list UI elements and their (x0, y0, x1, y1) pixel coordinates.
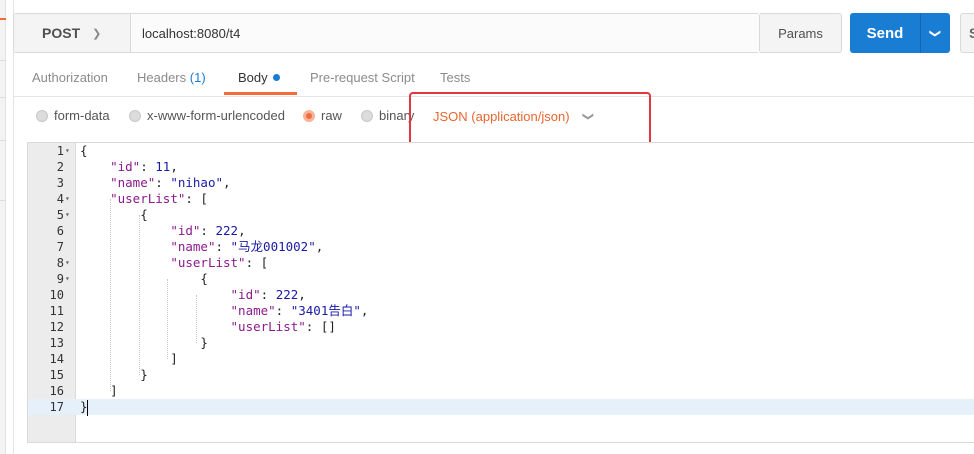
line-number: 5 (56, 208, 64, 222)
tab-label: Tests (440, 70, 471, 85)
line-number: 4 (56, 192, 64, 206)
tab-label: Headers (137, 70, 187, 85)
method-select[interactable]: POST ❯ (14, 14, 131, 52)
code-text: "id": 222, (170, 223, 246, 238)
line-number: 6 (56, 224, 64, 238)
tab-label: Pre-request Script (310, 70, 415, 85)
code-line: 10 "id": 222, (28, 287, 974, 303)
radio-form-data[interactable]: form-data (36, 108, 110, 123)
chevron-down-icon: ❯ (92, 27, 102, 40)
code-text: "userList": [ (170, 255, 269, 270)
line-number: 15 (49, 368, 64, 382)
line-number: 9 (56, 272, 64, 286)
code-line: 5 ▾ { (28, 207, 974, 223)
text-caret (87, 400, 88, 416)
code-editor[interactable]: 1 ▾{ 2 "id": 11, 3 "name": "nihao", 4 ▾ "u… (27, 142, 974, 443)
url-input[interactable]: localhost:8080/t4 (131, 14, 759, 52)
line-number: 14 (49, 352, 64, 366)
tab-label: Body (238, 70, 268, 85)
tab-tests[interactable]: Tests (440, 70, 470, 85)
line-number: 8 (56, 256, 64, 270)
code-line: 8 ▾ "userList": [ (28, 255, 974, 271)
line-number: 1 (56, 144, 64, 158)
fold-icon[interactable]: ▾ (65, 271, 75, 287)
code-line: 4 ▾ "userList": [ (28, 191, 974, 207)
code-text: "id": 222, (230, 287, 306, 302)
tab-headers[interactable]: Headers (1) (137, 70, 206, 85)
code-text: { (80, 143, 88, 158)
fold-icon[interactable]: ▾ (65, 143, 75, 159)
line-number: 12 (49, 320, 64, 334)
fold-icon[interactable]: ▾ (65, 191, 75, 207)
radio-circle (129, 109, 141, 122)
code-line: 6 "id": 222, (28, 223, 974, 239)
sidebar-divider (0, 200, 6, 201)
radio-circle (361, 109, 373, 122)
code-line: 16 ] (28, 383, 974, 399)
tab-body[interactable]: Body (238, 70, 280, 85)
sidebar-active-marker (0, 18, 6, 20)
line-number: 10 (49, 288, 64, 302)
radio-x-www-form-urlencoded[interactable]: x-www-form-urlencoded (129, 108, 285, 123)
fold-icon[interactable]: ▾ (65, 207, 75, 223)
line-number: 11 (49, 304, 64, 318)
radio-label: raw (321, 108, 342, 123)
code-line: 11 "name": "3401告白", (28, 303, 974, 319)
code-line: 2 "id": 11, (28, 159, 974, 175)
code-line: 14 ] (28, 351, 974, 367)
method-label: POST (42, 25, 81, 41)
code-text: } (80, 367, 148, 382)
line-number: 17 (49, 400, 64, 414)
code-line: 9 ▾ { (28, 271, 974, 287)
request-bar: POST ❯ localhost:8080/t4 (13, 13, 760, 53)
code-text: "id": 11, (110, 159, 178, 174)
send-button[interactable]: Send (850, 13, 920, 53)
line-number: 3 (56, 176, 64, 190)
radio-label: form-data (54, 108, 110, 123)
save-button[interactable]: S (960, 13, 974, 53)
radio-circle (36, 109, 48, 122)
radio-binary[interactable]: binary (361, 108, 414, 123)
code-text: { (80, 271, 208, 286)
code-text: ] (80, 351, 178, 366)
code-line-active: 17} (28, 399, 974, 415)
tab-authorization[interactable]: Authorization (32, 70, 108, 85)
body-active-dot (272, 74, 280, 81)
line-number: 7 (56, 240, 64, 254)
radio-label: x-www-form-urlencoded (147, 108, 285, 123)
code-text: "userList": [ (110, 191, 208, 206)
header-count-badge: (1) (189, 70, 206, 85)
code-text: "name": "马龙001002", (170, 239, 324, 254)
sidebar-strip (0, 0, 6, 454)
params-button[interactable]: Params (760, 13, 842, 53)
line-number: 16 (49, 384, 64, 398)
chevron-down-icon: ❯ (929, 28, 941, 38)
code-text: } (80, 335, 208, 350)
code-line: 3 "name": "nihao", (28, 175, 974, 191)
code-text: "name": "nihao", (110, 175, 231, 190)
sidebar-divider (0, 140, 6, 141)
code-text: ] (80, 383, 118, 398)
sidebar-divider (0, 97, 6, 98)
code-line: 12 "userList": [] (28, 319, 974, 335)
radio-circle-selected (303, 109, 315, 122)
code-line: 1 ▾ { (28, 143, 974, 159)
code-text: { (80, 207, 148, 222)
url-value: localhost:8080/t4 (142, 25, 241, 41)
radio-raw[interactable]: raw (303, 108, 342, 123)
tab-label: Authorization (32, 70, 108, 85)
code-line: 15 } (28, 367, 974, 383)
fold-icon[interactable]: ▾ (65, 255, 75, 271)
line-number: 2 (56, 160, 64, 174)
sidebar-divider (0, 60, 6, 61)
code-line: 13 } (28, 335, 974, 351)
code-line: 7 "name": "马龙001002", (28, 239, 974, 255)
code-text: "name": "3401告白", (230, 303, 369, 318)
send-options-button[interactable]: ❯ (920, 13, 950, 53)
code-text: "userList": [] (230, 319, 336, 334)
active-tab-indicator (224, 92, 297, 95)
line-number: 13 (49, 336, 64, 350)
tab-pre-request-script[interactable]: Pre-request Script (310, 70, 415, 85)
